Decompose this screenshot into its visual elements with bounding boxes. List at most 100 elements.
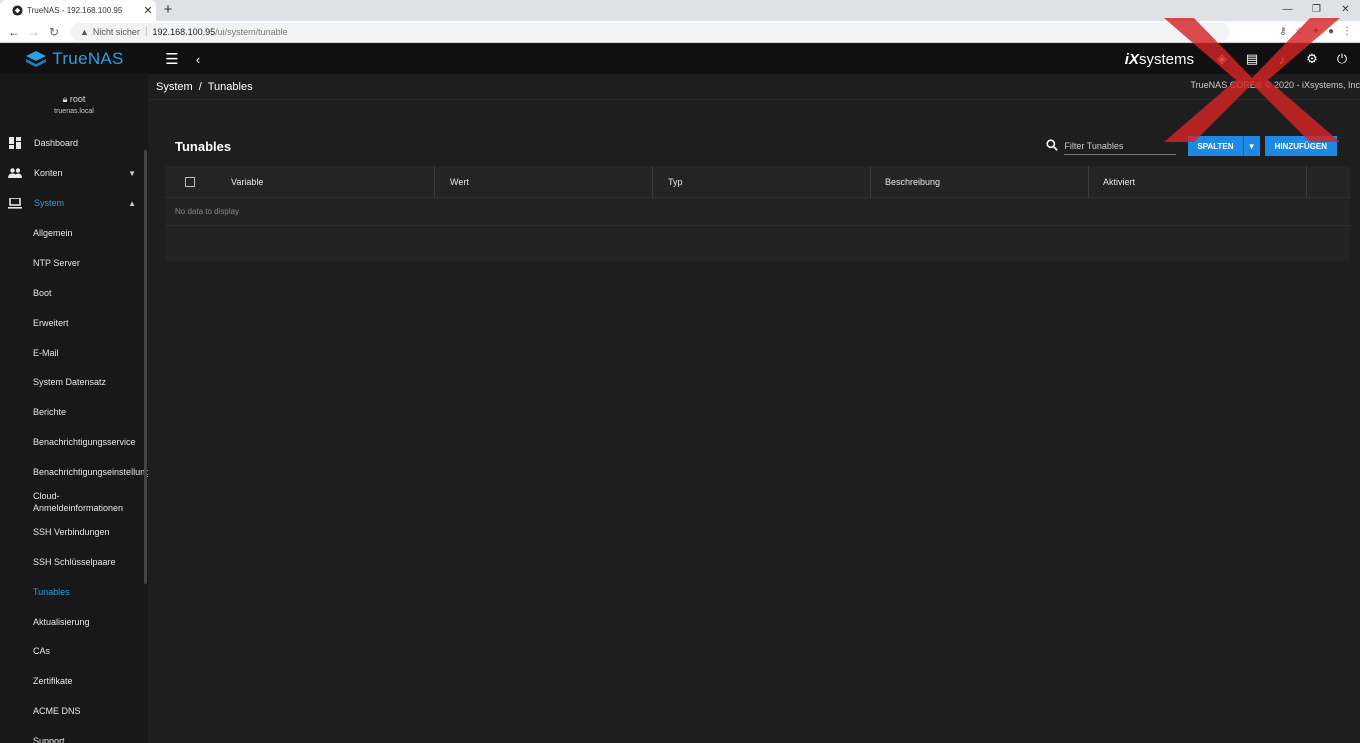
star-icon[interactable]: ☆ <box>1295 26 1304 37</box>
new-tab-icon[interactable]: + <box>160 1 176 19</box>
sidebar-subitem-aktualisierung[interactable]: Aktualisierung <box>0 607 148 637</box>
search-icon <box>1046 138 1059 154</box>
sidebar-subitem-boot[interactable]: Boot <box>0 278 148 308</box>
sidebar-subitem-email[interactable]: E-Mail <box>0 338 148 368</box>
select-all-cell <box>165 176 215 187</box>
breadcrumb: System / Tunables <box>148 74 1360 100</box>
truenas-logo-icon <box>26 51 47 67</box>
add-button[interactable]: HINZUFÜGEN <box>1264 136 1337 156</box>
sidebar-item-dashboard[interactable]: Dashboard <box>0 128 148 158</box>
url-separator: | <box>144 26 148 37</box>
sidebar-subitem-benachrichtigungsservice[interactable]: Benachrichtigungsservice <box>0 427 148 457</box>
filter-input[interactable] <box>1064 137 1177 155</box>
minimize-icon[interactable]: — <box>1273 0 1302 21</box>
browser-tab-strip: TrueNAS - 192.168.100.95 ✕ + — ❐ ✕ <box>0 0 1360 21</box>
tab-close-icon[interactable]: ✕ <box>140 4 156 17</box>
sidebar-item-konten[interactable]: Konten ▼ <box>0 158 148 188</box>
warning-icon[interactable]: ▲ <box>80 27 89 37</box>
gear-icon[interactable]: ⚙ <box>1304 51 1320 67</box>
column-header-variable[interactable]: Variable <box>215 165 435 198</box>
page-title: Tunables <box>175 138 232 154</box>
sidebar: 🔒︎ root truenas.local Dashboard Konten ▼… <box>0 74 148 743</box>
window-controls: — ❐ ✕ <box>1273 0 1360 21</box>
user-name: root <box>69 94 86 104</box>
clipboard-icon[interactable]: ▤ <box>1244 51 1260 67</box>
browser-address-bar: ← → ↻ ▲ Nicht sicher | 192.168.100.95/ui… <box>0 21 1360 43</box>
truecommand-icon[interactable]: ◈ <box>1214 51 1230 67</box>
caret-down-icon[interactable]: ▼ <box>1242 136 1260 156</box>
table-header-row: Variable Wert Typ Beschreibung Aktiviert <box>165 165 1350 198</box>
column-header-wert[interactable]: Wert <box>435 165 653 198</box>
sidebar-subitem-system-datensatz[interactable]: System Datensatz <box>0 367 148 397</box>
breadcrumb-separator: / <box>198 80 202 93</box>
sidebar-subitem-benachrichtigungseinstellungen[interactable]: Benachrichtigungseinstellungen <box>0 457 148 487</box>
url-path: /ui/system/tunable <box>215 26 288 37</box>
sidebar-subitem-zertifikate[interactable]: Zertifikate <box>0 666 148 696</box>
truenas-favicon-icon <box>12 5 23 16</box>
columns-button-label: SPALTEN <box>1197 141 1234 151</box>
sidebar-subitem-ssh-verbindungen[interactable]: SSH Verbindungen <box>0 517 148 547</box>
dashboard-icon <box>8 136 22 150</box>
url-field[interactable]: ▲ Nicht sicher | 192.168.100.95/ui/syste… <box>70 22 1230 41</box>
restore-icon[interactable]: ❐ <box>1302 0 1331 21</box>
user-name-row: 🔒︎ root <box>0 94 148 105</box>
power-icon[interactable]: ⏻ <box>1334 51 1350 67</box>
top-bar-actions: iXsystems ◈ ▤ ♪ ⚙ ⏻ <box>1125 51 1360 68</box>
sidebar-subitem-cloud-anmeldeinformationen[interactable]: Cloud-Anmeldeinformationen <box>0 487 130 517</box>
hamburger-menu-icon[interactable]: ☰ <box>162 50 182 68</box>
profile-icon[interactable]: ● <box>1328 26 1334 37</box>
browser-tab-title: TrueNAS - 192.168.100.95 <box>27 6 123 15</box>
column-header-typ[interactable]: Typ <box>653 165 871 198</box>
filter <box>1046 137 1177 155</box>
back-arrow-icon[interactable]: ← <box>4 25 24 39</box>
sidebar-subitem-ssh-schluesselpaare[interactable]: SSH Schlüsselpaare <box>0 547 148 577</box>
people-icon <box>8 166 22 180</box>
browser-toolbar-icons: ⚷ ☆ ✦ ● ⋮ <box>1279 26 1360 37</box>
tunables-table: Variable Wert Typ Beschreibung Aktiviert… <box>165 165 1350 261</box>
columns-button[interactable]: SPALTEN ▼ <box>1188 136 1260 156</box>
sidebar-subitem-tunables[interactable]: Tunables <box>0 577 148 607</box>
sidebar-item-label: Konten <box>34 168 63 178</box>
sidebar-subitem-allgemein[interactable]: Allgemein <box>0 218 148 248</box>
sidebar-scrollbar[interactable] <box>144 150 147 584</box>
select-all-checkbox[interactable] <box>185 176 195 187</box>
vendor-logo-text: systems <box>1138 50 1194 68</box>
kebab-menu-icon[interactable]: ⋮ <box>1342 26 1352 37</box>
tunables-card-header: Tunables SPALTEN ▼ HINZUFÜGEN <box>165 128 1350 164</box>
app-top-bar: TrueNAS ☰ ‹ iXsystems ◈ ▤ ♪ ⚙ ⏻ <box>0 44 1360 74</box>
column-header-beschreibung[interactable]: Beschreibung <box>871 165 1089 198</box>
sidebar-subitem-support[interactable]: Support <box>0 726 148 743</box>
sidebar-item-system[interactable]: System ▲ <box>0 188 148 218</box>
key-icon[interactable]: ⚷ <box>1279 26 1286 37</box>
url-host: 192.168.100.95 <box>152 26 216 37</box>
user-info: 🔒︎ root truenas.local <box>0 74 148 128</box>
sidebar-subitem-berichte[interactable]: Berichte <box>0 397 148 427</box>
breadcrumb-current: Tunables <box>207 80 253 93</box>
sidebar-item-label: System <box>34 198 65 208</box>
sidebar-item-label: Dashboard <box>34 138 79 148</box>
breadcrumb-system[interactable]: System <box>156 81 193 93</box>
browser-tab[interactable]: TrueNAS - 192.168.100.95 ✕ <box>0 0 156 21</box>
empty-message: No data to display <box>165 198 1350 226</box>
lock-icon: 🔒︎ <box>62 94 68 104</box>
sidebar-subitem-erweitert[interactable]: Erweitert <box>0 308 148 338</box>
user-host: truenas.local <box>54 108 94 115</box>
extension-icon[interactable]: ✦ <box>1312 26 1320 37</box>
caret-up-icon: ▲ <box>128 198 136 208</box>
chevron-left-icon[interactable]: ‹ <box>190 52 206 67</box>
bell-icon[interactable]: ♪ <box>1274 51 1290 67</box>
logo-text: TrueNAS <box>52 49 124 68</box>
truenas-logo[interactable]: TrueNAS <box>0 49 148 69</box>
caret-down-icon: ▼ <box>128 168 136 178</box>
window-close-icon[interactable]: ✕ <box>1331 0 1360 21</box>
sidebar-subitem-acme-dns[interactable]: ACME DNS <box>0 696 148 726</box>
laptop-icon <box>8 196 22 210</box>
sidebar-subitem-ntp-server[interactable]: NTP Server <box>0 248 148 278</box>
copyright-text: TrueNAS CORE® © 2020 - iXsystems, Inc <box>1190 80 1360 90</box>
forward-arrow-icon[interactable]: → <box>24 25 44 39</box>
sidebar-subitem-cas[interactable]: CAs <box>0 636 148 666</box>
reload-icon[interactable]: ↻ <box>44 25 64 39</box>
column-header-aktiviert[interactable]: Aktiviert <box>1089 165 1307 198</box>
ixsystems-logo[interactable]: iXsystems <box>1125 51 1194 68</box>
security-label[interactable]: Nicht sicher <box>93 27 140 37</box>
